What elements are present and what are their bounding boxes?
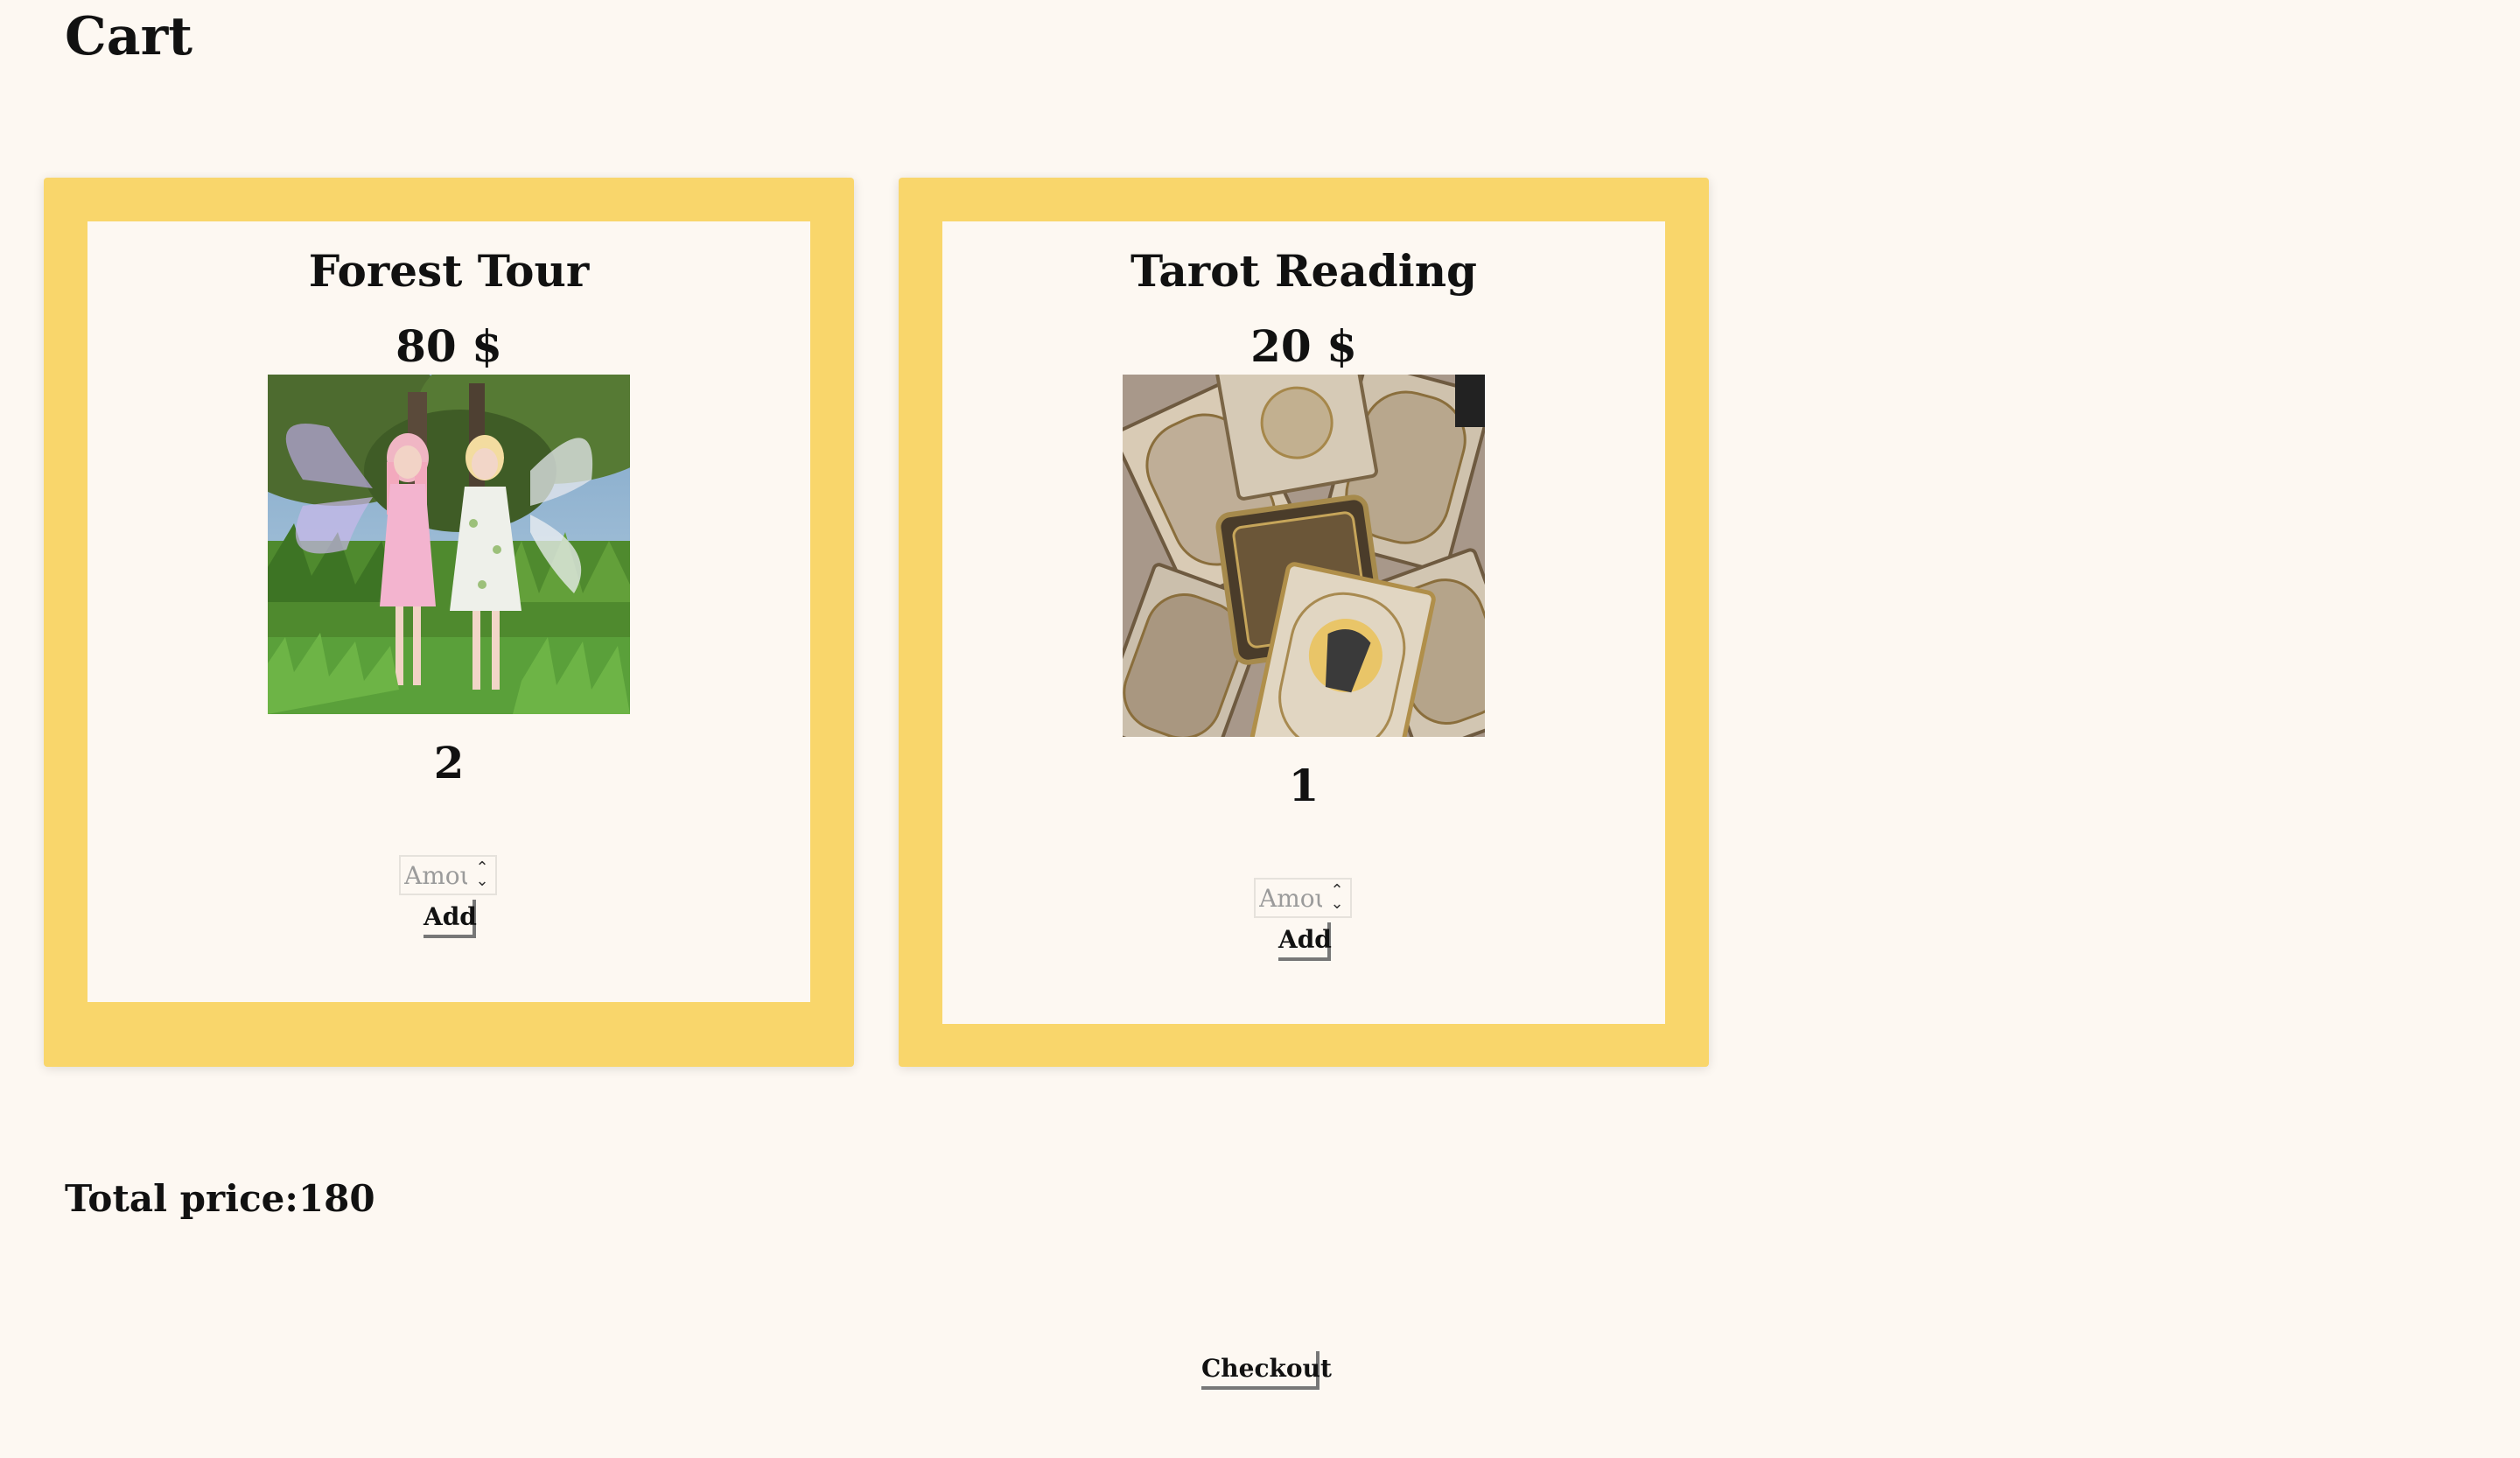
forest-fairies-photo [268,375,630,714]
item-quantity: 2 [433,737,465,789]
product-image [268,375,630,714]
cart-item-body: Forest Tour 80 $ 2 Amount ⌃ ⌄ Add [88,221,810,1002]
product-name: Tarot Reading [1130,245,1478,297]
product-name: Forest Tour [308,245,590,297]
cart-item-card: Tarot Reading 20 $ 1 Amount ⌃ ⌄ Add [899,178,1709,1067]
cart-item-card: Forest Tour 80 $ 2 Amount ⌃ ⌄ Add [44,178,854,1067]
product-image [1123,375,1485,737]
item-quantity: 1 [1288,760,1320,811]
tarot-cards-photo [1123,375,1485,737]
add-button[interactable]: Add [1278,922,1332,961]
spinner-arrows-icon[interactable]: ⌃ ⌄ [1327,883,1347,912]
spinner-arrows-icon[interactable]: ⌃ ⌄ [472,860,492,889]
product-price: 20 $ [1250,320,1357,372]
add-button[interactable]: Add [424,900,477,938]
product-price: 80 $ [396,320,502,372]
total-price: Total price:180 [65,1177,375,1220]
checkout-button[interactable]: Checkout [1201,1351,1332,1390]
cart-item-body: Tarot Reading 20 $ 1 Amount ⌃ ⌄ Add [942,221,1665,1024]
page-title: Cart [65,6,192,67]
